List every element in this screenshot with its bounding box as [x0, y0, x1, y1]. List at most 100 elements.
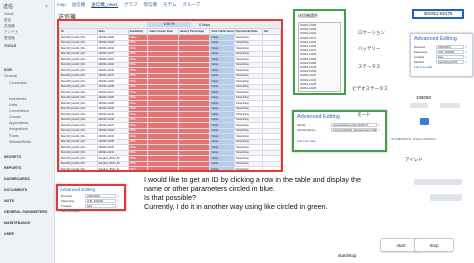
advanced-row-value[interactable]: process(Param.2021-[2024]-0) [331, 122, 377, 127]
remove-icon[interactable]: × [465, 55, 469, 59]
app-label: 送信 [3, 4, 14, 10]
advanced-row-value[interactable]: New [436, 54, 464, 59]
sidebar-item[interactable]: 受信機 [4, 36, 15, 42]
remove-icon[interactable]: × [117, 199, 121, 203]
add-more-data-link[interactable]: Add more data [58, 208, 124, 214]
table-cell [262, 166, 281, 170]
sidebar-item[interactable]: DASHBOARDS [4, 177, 30, 183]
sidebar-item[interactable]: SECRETS [4, 155, 21, 161]
percent-indicator: 100 % [147, 22, 191, 27]
advanced-row-value[interactable]: 24/02/2019 [436, 44, 464, 49]
top-nav: map 送信機 送信機_new1 グラフ 受信機 モデム グループ [57, 2, 200, 10]
nav-tab[interactable]: モデム [163, 2, 176, 10]
nav-tab[interactable]: 送信機_new1 [91, 2, 118, 10]
advanced-row: Created New × [411, 54, 472, 59]
battery-label: バッテリー [358, 46, 381, 51]
nav-tab[interactable]: map [57, 2, 66, 10]
sidebar-item[interactable]: NOTE [4, 199, 14, 205]
add-more-data-link[interactable]: Add more data [294, 138, 385, 144]
remove-icon[interactable]: × [117, 194, 121, 198]
advanced-row-key: Parameter [414, 49, 428, 54]
remove-icon[interactable]: × [465, 45, 469, 49]
transmitter-select-label: 送信機選択 [298, 13, 318, 18]
nav-tab[interactable]: 受信機 [144, 2, 158, 10]
advanced-editing-title: Advanced Editing [60, 187, 96, 192]
sidebar-item[interactable]: WebsiteRefac [9, 140, 31, 146]
advanced-row-key: Created [414, 54, 425, 59]
add-more-data-link[interactable]: Add more data [411, 64, 472, 70]
advanced-row-value[interactable]: LMK_Ib[2023] [85, 198, 116, 203]
question-text: I would like to get an ID by clicking a … [144, 175, 361, 211]
advanced-row: Parameter LMK_Ib[2023] × [58, 198, 124, 203]
advanced-row-value[interactable]: SanitizeUserP1b [436, 59, 464, 64]
sidebar-item[interactable]: TOOLS [4, 44, 16, 50]
close-icon[interactable]: × [45, 4, 51, 10]
location-label: ロケーション [358, 30, 385, 35]
table-cell: Sanyikon_BV14_11 [96, 166, 129, 170]
advanced-editing-title: Advanced Editing [414, 36, 457, 42]
ired-label: アイレド [405, 157, 423, 162]
start-stop-label: start/stop [338, 253, 357, 258]
advanced-row: Sanitize SanitizeUserP1b × [411, 59, 472, 64]
sidebar-item[interactable]: REPORTS [4, 166, 21, 172]
transmitter-select-panel: 送信機選択 201601-21205 201601-21293 201601-212… [293, 9, 346, 95]
advanced-editing-middle: Advanced Editing SetVar process(Param.202… [292, 110, 387, 152]
apply-button[interactable] [420, 118, 429, 125]
sidebar-item[interactable]: USER [4, 232, 14, 238]
table-cell: Offline [127, 166, 149, 170]
remove-icon[interactable]: × [117, 204, 121, 208]
advanced-editing-right: Advanced Editing Demand 24/02/2019 × Parame… [410, 33, 473, 77]
advanced-row-key: Demand [414, 44, 425, 49]
sidebar-item[interactable]: DOCUMENTS [4, 188, 27, 194]
sidebar-item[interactable]: Connection [9, 81, 27, 87]
kbps-indicator: 0 kbps [199, 22, 211, 27]
sidebar-item[interactable]: GENERAL PARAMETERS [4, 210, 47, 216]
list-item[interactable]: Sanyikon_BV14_06 [300, 91, 339, 92]
slider-track[interactable] [414, 179, 462, 185]
remove-icon[interactable]: × [465, 50, 469, 54]
advanced-row-key: SetVar [297, 122, 306, 127]
id-string: ID:7148010b5742_fnstart-0.d40222217 [391, 138, 437, 141]
selected-id-box: 301911-02175 [412, 9, 464, 19]
nav-tab[interactable]: グラフ [124, 2, 138, 10]
advanced-row-key: Parameter [61, 198, 75, 203]
advanced-row-value[interactable]: Control=Uplink/0; DisplayColumn=2/6; Dis… [331, 127, 377, 132]
advanced-row-key: Created [61, 203, 72, 208]
advanced-row: Parameter LMK_Ib[2023] × [411, 49, 472, 54]
advanced-row: Created New × [58, 203, 124, 208]
video-status-label: ビデオステータス [352, 86, 388, 91]
advanced-row: Demand 24/02/2019 × [58, 193, 124, 198]
nav-tab[interactable]: 送信機 [72, 2, 86, 10]
remove-icon[interactable]: × [378, 123, 382, 127]
value-108060: 108060 [416, 95, 432, 100]
advanced-row-key: Sanitize [414, 59, 425, 64]
transmitter-select-list[interactable]: 201601-21205 201601-21293 201601-21242 2016… [298, 22, 341, 92]
input-field[interactable] [430, 194, 462, 201]
advanced-row-key: Demand [61, 193, 72, 198]
stop-button[interactable]: Stop [414, 238, 454, 252]
remove-icon[interactable]: × [465, 60, 469, 64]
advanced-row-value[interactable]: 24/02/2019 [85, 193, 116, 198]
sidebar-item[interactable]: Integrations [9, 127, 28, 133]
advanced-row: SetVar process(Param.2021-[2024]-0) × [294, 122, 385, 127]
advanced-row-value[interactable]: New [85, 203, 116, 208]
table-cell [147, 166, 180, 170]
advanced-row: SetVarOptions Control=Uplink/0; DisplayCo… [294, 127, 385, 132]
table-cell [178, 166, 211, 170]
sidebar-item[interactable]: MAINTENANCE [4, 221, 31, 227]
advanced-row: Demand 24/02/2019 × [411, 44, 472, 49]
remove-icon[interactable]: × [378, 128, 382, 132]
mode-select-2[interactable] [440, 103, 460, 108]
status-label: ステータス [358, 64, 381, 69]
nav-tab[interactable]: グループ [182, 2, 200, 10]
transmitter-table-panel: 100 % 0 kbps ID Alias Availability Video St… [57, 19, 283, 172]
table-row[interactable]: Bsoc100_bsoc02_004... Sanyikon_BV14_11 Off… [59, 166, 281, 170]
sidebar: 送信 × Home 設定 送信機 アンテナ 受信機 TOOLS SOB General Conn… [0, 0, 55, 263]
advanced-editing-left: Advanced Editing Demand 24/02/2019 × Parame… [56, 184, 126, 214]
sidebar-item[interactable]: General [4, 74, 17, 80]
mode-label: モード [357, 112, 371, 117]
table-cell: Transmitting [233, 166, 264, 170]
mode-select[interactable] [410, 103, 428, 108]
table-cell: Bsoc100_bsoc02_004... [59, 166, 98, 170]
advanced-row-value[interactable]: LMK_Ib[2023] [436, 49, 464, 54]
